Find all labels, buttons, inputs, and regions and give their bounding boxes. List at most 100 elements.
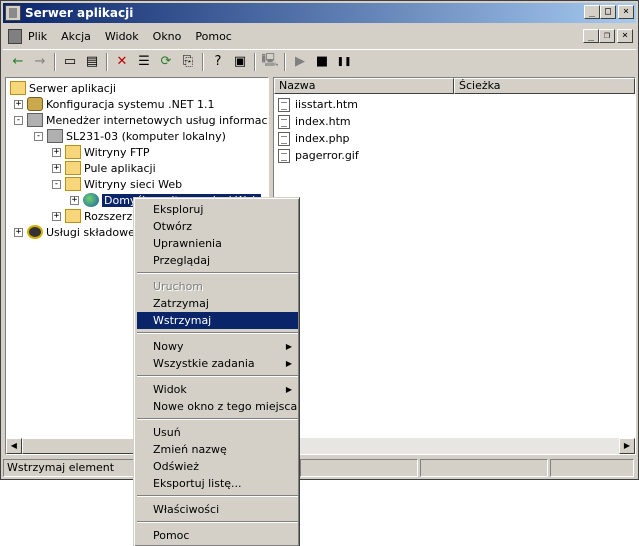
console-icon[interactable]	[6, 28, 22, 44]
play-icon[interactable]: ▶	[289, 51, 311, 73]
globe-icon	[83, 193, 99, 207]
menu-item-new-window[interactable]: Nowe okno z tego miejsca	[137, 398, 298, 415]
menu-separator	[137, 418, 298, 420]
context-menu: Eksploruj Otwórz Uprawnienia Przeglądaj …	[133, 197, 300, 546]
scroll-right-icon[interactable]: ▶	[619, 438, 635, 454]
menu-item-refresh[interactable]: Odśwież	[137, 458, 298, 475]
expand-icon[interactable]: +	[14, 99, 23, 109]
list-item[interactable]: index.php	[278, 130, 350, 147]
tree-item-ftp[interactable]: + Witryny FTP	[52, 144, 150, 160]
menu-item-pause[interactable]: Wstrzymaj	[137, 312, 298, 329]
tree-item-websites[interactable]: - Witryny sieci Web	[52, 176, 182, 192]
status-bar: Wstrzymaj element	[3, 459, 636, 477]
list-item[interactable]: pagerror.gif	[278, 147, 359, 164]
delete-icon[interactable]: ✕	[111, 51, 133, 73]
menu-separator	[137, 495, 298, 497]
menu-separator	[137, 272, 298, 274]
menu-item-help[interactable]: Pomoc	[137, 527, 298, 544]
menu-item-properties[interactable]: Właściwości	[137, 501, 298, 518]
menu-item-browse[interactable]: Przeglądaj	[137, 252, 298, 269]
tree-item-iis[interactable]: - Menedżer internetowych usług informacy…	[14, 112, 268, 128]
back-arrow-icon[interactable]: ←	[7, 51, 29, 73]
expand-icon[interactable]: +	[52, 211, 61, 221]
list-item[interactable]: index.htm	[278, 113, 351, 130]
scroll-track[interactable]	[290, 438, 619, 454]
menu-view[interactable]: Widok	[105, 30, 139, 43]
tree-item-pools[interactable]: + Pule aplikacji	[52, 160, 156, 176]
folder-open-icon	[65, 177, 81, 191]
menu-file[interactable]: Plik	[28, 30, 47, 43]
menu-item-all-tasks[interactable]: Wszystkie zadania ▶	[137, 355, 298, 372]
status-pane	[300, 459, 418, 477]
collapse-icon[interactable]: -	[52, 179, 61, 189]
help-icon[interactable]: ?	[207, 51, 229, 73]
folder-icon	[65, 145, 81, 159]
mdi-close-button[interactable]: ×	[617, 29, 633, 43]
menu-item-delete[interactable]: Usuń	[137, 424, 298, 441]
show-tree-icon[interactable]: ▤	[81, 51, 103, 73]
tree-item-root[interactable]: Serwer aplikacji	[10, 80, 116, 96]
properties-icon[interactable]: ☰	[133, 51, 155, 73]
toolbar-separator	[106, 52, 108, 71]
menu-item-view-label: Widok	[153, 383, 187, 396]
menu-item-new-label: Nowy	[153, 340, 184, 353]
menu-item-export[interactable]: Eksportuj listę...	[137, 475, 298, 492]
export-list-icon[interactable]: ⎘	[177, 51, 199, 73]
list-pane[interactable]: Nazwa Ścieżka iisstart.htm index.htm ind…	[273, 77, 636, 455]
folder-icon	[65, 161, 81, 175]
expand-icon[interactable]: +	[52, 163, 61, 173]
net-config-icon	[27, 97, 43, 111]
menu-item-stop[interactable]: Zatrzymaj	[137, 295, 298, 312]
mmc-window: Serwer aplikacji _ □ × Plik Akcja Widok …	[0, 0, 639, 480]
list-item[interactable]: iisstart.htm	[278, 96, 358, 113]
file-icon	[278, 131, 290, 146]
title-bar[interactable]: Serwer aplikacji _ □ ×	[3, 3, 636, 23]
tree-item-server[interactable]: - SL231-03 (komputer lokalny)	[34, 128, 226, 144]
stop-icon[interactable]: ■	[311, 51, 333, 73]
menu-separator	[137, 332, 298, 334]
column-header-path[interactable]: Ścieżka	[454, 78, 635, 94]
menu-help[interactable]: Pomoc	[195, 30, 231, 43]
minimize-button[interactable]: _	[584, 5, 600, 19]
menu-separator	[137, 521, 298, 523]
mdi-minimize-button[interactable]: _	[583, 29, 599, 43]
toolbar-separator	[202, 52, 204, 71]
submenu-arrow-icon: ▶	[285, 359, 292, 368]
expand-icon[interactable]: +	[14, 227, 23, 237]
menu-action[interactable]: Akcja	[61, 30, 91, 43]
computer-icon[interactable]: 🖳	[259, 51, 281, 73]
menu-item-view[interactable]: Widok ▶	[137, 381, 298, 398]
mdi-restore-button[interactable]: ❐	[599, 29, 615, 43]
submenu-arrow-icon: ▶	[285, 342, 292, 351]
tree-item-net[interactable]: + Konfiguracja systemu .NET 1.1	[14, 96, 214, 112]
app-icon	[5, 5, 21, 21]
scroll-left-icon[interactable]: ◀	[6, 438, 22, 454]
menu-item-new[interactable]: Nowy ▶	[137, 338, 298, 355]
expand-icon[interactable]: +	[52, 147, 61, 157]
column-header-name[interactable]: Nazwa	[274, 78, 454, 94]
menu-item-all-tasks-label: Wszystkie zadania	[153, 357, 255, 370]
list-horizontal-scrollbar[interactable]: ◀ ▶	[274, 438, 635, 454]
expand-icon[interactable]: +	[70, 195, 79, 205]
tree-item-com[interactable]: + Usługi składowe	[14, 224, 135, 240]
folder-icon	[65, 209, 81, 223]
menu-item-start[interactable]: Uruchom	[137, 278, 298, 295]
menu-item-permissions[interactable]: Uprawnienia	[137, 235, 298, 252]
close-button[interactable]: ×	[618, 5, 634, 19]
menu-window[interactable]: Okno	[153, 30, 182, 43]
action-pane-icon[interactable]: ▣	[229, 51, 251, 73]
collapse-icon[interactable]: -	[14, 115, 23, 125]
folder-icon	[10, 81, 26, 95]
up-level-icon[interactable]: ▭	[59, 51, 81, 73]
toolbar: ← → ▭ ▤ ✕ ☰ ⟳ ⎘ ? ▣ 🖳 ▶ ■ ❚❚	[3, 49, 636, 73]
computer-icon	[47, 129, 63, 143]
menu-item-open[interactable]: Otwórz	[137, 218, 298, 235]
file-icon	[278, 114, 290, 129]
refresh-icon[interactable]: ⟳	[155, 51, 177, 73]
menu-item-explore[interactable]: Eksploruj	[137, 201, 298, 218]
forward-arrow-icon[interactable]: →	[29, 51, 51, 73]
pause-icon[interactable]: ❚❚	[333, 51, 355, 73]
collapse-icon[interactable]: -	[34, 131, 43, 141]
maximize-button[interactable]: □	[600, 5, 616, 19]
menu-item-rename[interactable]: Zmień nazwę	[137, 441, 298, 458]
